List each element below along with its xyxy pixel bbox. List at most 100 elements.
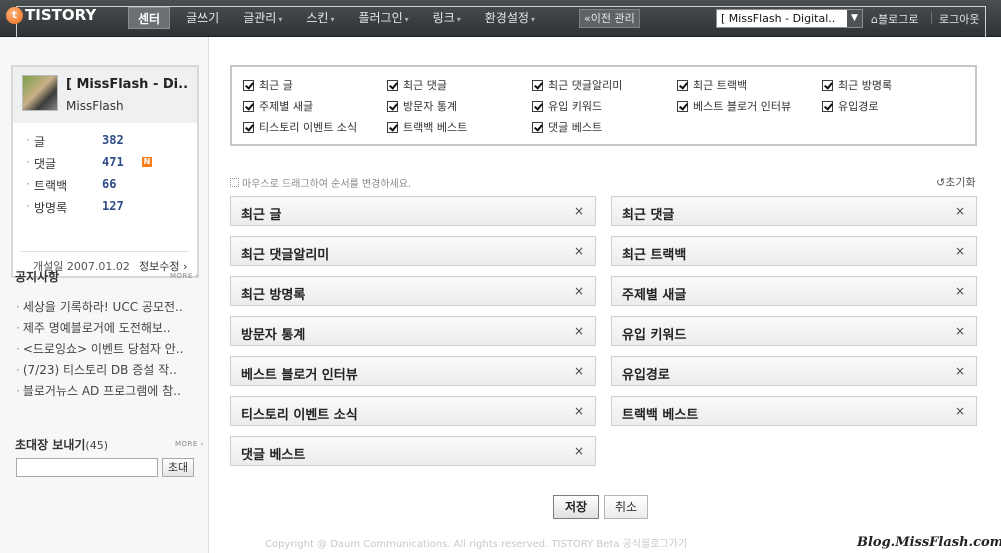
notice-item[interactable]: (7/23) 티스토리 DB 증설 작.. [16,360,196,381]
notice-more-link[interactable]: MORE › [170,272,199,280]
widget-name: 방문자 통계 [241,328,306,343]
widget-box[interactable]: 트랙백 베스트 × [611,396,977,426]
close-icon[interactable]: × [574,204,584,218]
logo-text: TISTORY [25,6,97,24]
watermark-text: Blog.MissFlash.com [857,535,1001,550]
checkbox-tistory-event-news[interactable]: 티스토리 이벤트 소식 [243,119,357,135]
check-icon[interactable] [532,100,543,112]
check-icon[interactable] [243,79,254,91]
widget-box[interactable]: 최근 글 × [230,196,596,226]
nav-skin[interactable]: 스킨 ▾ [298,7,342,29]
notice-item[interactable]: 세상을 기록하라! UCC 공모전.. [16,297,196,318]
checkbox-recent-trackbacks[interactable]: 최근 트랙백 [677,77,747,93]
widget-box[interactable]: 최근 방명록 × [230,276,596,306]
logout-link[interactable]: 로그아웃 [939,11,979,27]
widget-box[interactable]: 베스트 블로거 인터뷰 × [230,356,596,386]
checkbox-comment-alert[interactable]: 최근 댓글알리미 [532,77,622,93]
chevron-down-icon[interactable]: ▼ [847,10,862,27]
check-icon[interactable] [387,121,398,133]
chevron-down-icon: ▾ [530,15,535,24]
checkbox-inflow-path[interactable]: 유입경로 [822,98,878,114]
close-icon[interactable]: × [574,324,584,338]
tistory-logo[interactable]: t TISTORY [6,6,96,24]
invite-email-input[interactable] [16,458,158,477]
stat-posts[interactable]: · 글 382 [26,133,186,151]
close-icon[interactable]: × [955,284,965,298]
chevron-down-icon: ▾ [404,15,409,24]
reset-button[interactable]: ↺초기화 [936,174,976,190]
checkbox-best-comments[interactable]: 댓글 베스트 [532,119,602,135]
cancel-button[interactable]: 취소 [604,495,648,519]
blog-select-value: [ MissFlash - Digital.. [721,12,836,25]
checkbox-topic-new-posts[interactable]: 주제별 새글 [243,98,313,114]
notice-item[interactable]: 제주 명예블로거에 도전해보.. [16,318,196,339]
checkbox-recent-comments[interactable]: 최근 댓글 [387,77,447,93]
stat-comments[interactable]: · 댓글 471 N [26,155,186,173]
prev-manage-button[interactable]: «이전 관리 [579,9,640,28]
close-icon[interactable]: × [574,444,584,458]
close-icon[interactable]: × [574,364,584,378]
check-icon[interactable] [243,100,254,112]
to-blog-link[interactable]: ⌂블로그로 [871,11,918,27]
checkbox-recent-posts[interactable]: 최근 글 [243,77,293,93]
check-icon[interactable] [677,79,688,91]
widget-box[interactable]: 최근 트랙백 × [611,236,977,266]
widget-box[interactable]: 최근 댓글 × [611,196,977,226]
stat-trackbacks[interactable]: · 트랙백 66 [26,177,186,195]
close-icon[interactable]: × [955,364,965,378]
close-icon[interactable]: × [574,284,584,298]
home-icon: ⌂ [871,13,878,26]
check-icon[interactable] [532,79,543,91]
check-icon[interactable] [822,79,833,91]
check-icon[interactable] [387,100,398,112]
notice-item[interactable]: <드로잉쇼> 이벤트 당첨자 안.. [16,339,196,360]
checkbox-best-trackbacks[interactable]: 트랙백 베스트 [387,119,467,135]
stat-value[interactable]: 127 [102,199,124,213]
notice-item[interactable]: 블로거뉴스 AD 프로그램에 참.. [16,381,196,402]
nav-link[interactable]: 링크 ▾ [425,7,469,29]
stat-guestbook[interactable]: · 방명록 127 [26,199,186,217]
widget-box[interactable]: 유입 키워드 × [611,316,977,346]
checkbox-recent-guestbook[interactable]: 최근 방명록 [822,77,892,93]
check-icon[interactable] [532,121,543,133]
save-button[interactable]: 저장 [553,495,599,519]
checkbox-visitor-stats[interactable]: 방문자 통계 [387,98,457,114]
widget-box[interactable]: 티스토리 이벤트 소식 × [230,396,596,426]
check-icon[interactable] [387,79,398,91]
widget-checkbox-panel: 최근 글 최근 댓글 최근 댓글알리미 최근 트랙백 최근 방명록 주제별 새글… [230,65,977,146]
drag-icon [230,178,239,187]
check-icon[interactable] [677,100,688,112]
widget-box[interactable]: 방문자 통계 × [230,316,596,346]
nav-center[interactable]: 센터 [128,7,171,29]
close-icon[interactable]: × [955,324,965,338]
close-icon[interactable]: × [574,244,584,258]
invite-button[interactable]: 초대 [162,458,194,477]
nav-write[interactable]: 글쓰기 [178,7,227,29]
close-icon[interactable]: × [955,404,965,418]
nav-settings[interactable]: 환경설정 ▾ [477,7,543,29]
check-icon[interactable] [822,100,833,112]
check-icon[interactable] [243,121,254,133]
close-icon[interactable]: × [955,204,965,218]
widget-name: 유입 키워드 [622,328,687,343]
nav-plugin[interactable]: 플러그인 ▾ [350,7,416,29]
stat-value[interactable]: 382 [102,133,124,147]
checkbox-best-blogger-interview[interactable]: 베스트 블로거 인터뷰 [677,98,791,114]
invite-count: (45) [85,439,109,452]
checkbox-inflow-keywords[interactable]: 유입 키워드 [532,98,602,114]
widget-box[interactable]: 주제별 새글 × [611,276,977,306]
stat-value[interactable]: 66 [102,177,116,191]
stat-label: 글 [34,135,46,149]
avatar[interactable] [22,75,58,111]
stat-value[interactable]: 471 [102,155,124,169]
nav-post-manage[interactable]: 글관리 ▾ [235,7,290,29]
widget-name: 최근 방명록 [241,288,306,303]
close-icon[interactable]: × [574,404,584,418]
blog-select[interactable]: [ MissFlash - Digital.. ▼ [716,9,863,28]
close-icon[interactable]: × [955,244,965,258]
invite-more-link[interactable]: MORE › [175,440,204,448]
widget-box[interactable]: 최근 댓글알리미 × [230,236,596,266]
widget-box[interactable]: 댓글 베스트 × [230,436,596,466]
blog-title[interactable]: [ MissFlash - Di.. [66,77,192,92]
widget-box[interactable]: 유입경로 × [611,356,977,386]
